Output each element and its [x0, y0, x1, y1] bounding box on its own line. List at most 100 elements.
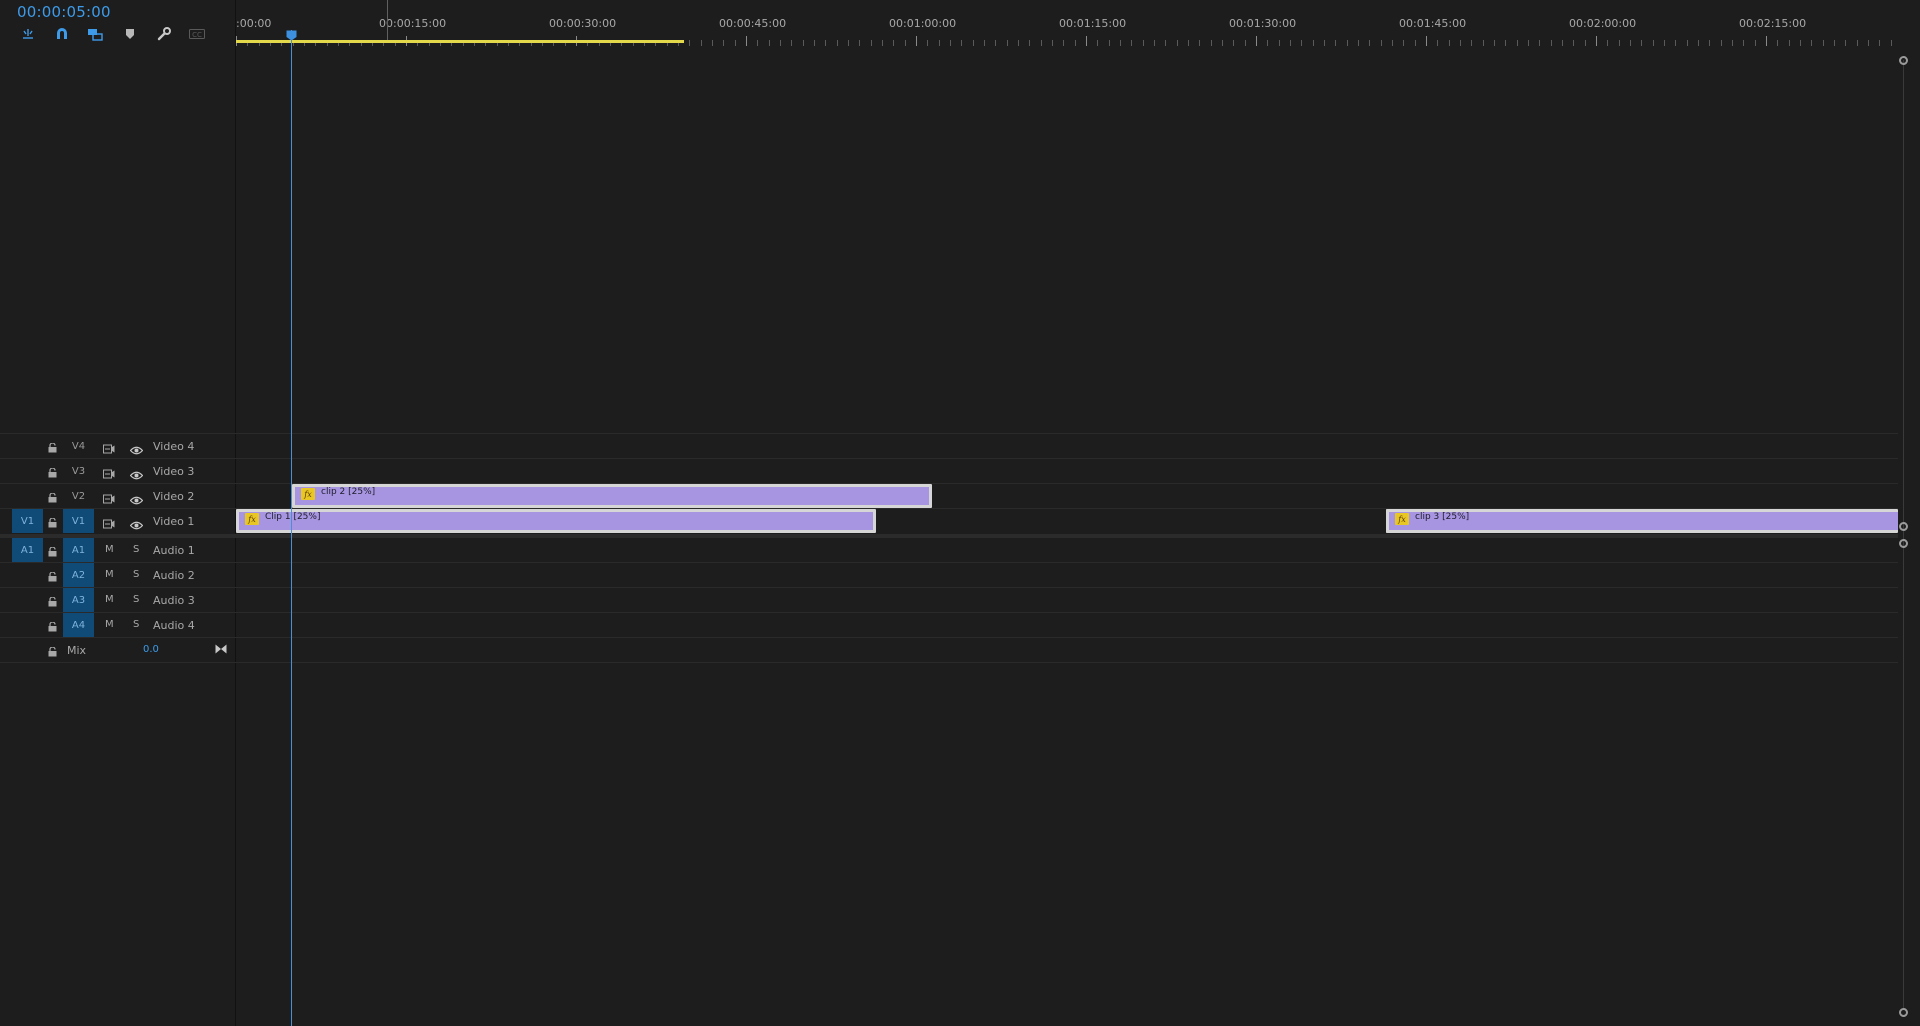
- eye-visibility-icon[interactable]: [129, 442, 144, 460]
- ruler-label: 00:02:00:00: [1569, 17, 1637, 30]
- ruler-label: 00:02:15:00: [1739, 17, 1807, 30]
- track-target-toggle[interactable]: A3: [63, 588, 94, 612]
- ruler-label: :00:00: [236, 17, 272, 30]
- playhead-line[interactable]: [291, 30, 292, 1026]
- linked-selection-icon[interactable]: [86, 26, 104, 42]
- track-header-v4[interactable]: V4 Video 4: [0, 434, 235, 459]
- track-header-mix[interactable]: Mix 0.0: [0, 638, 235, 663]
- fx-badge-icon[interactable]: fx: [1395, 513, 1409, 525]
- sync-lock-icon[interactable]: [103, 466, 115, 484]
- lock-icon[interactable]: [48, 594, 57, 612]
- video-audio-divider[interactable]: [0, 534, 1898, 538]
- lock-icon[interactable]: [48, 644, 57, 662]
- ruler-label: 00:01:00:00: [889, 17, 957, 30]
- time-ruler[interactable]: :00:00 00:00:15:00 00:00:30:00 00:00:45:…: [236, 0, 1900, 46]
- sync-lock-icon[interactable]: [103, 491, 115, 509]
- clip-item[interactable]: fx Clip 1 [25%]: [236, 509, 876, 533]
- scroll-handle-video-bottom[interactable]: [1899, 522, 1908, 531]
- track-header-a1[interactable]: A1 A1 M S Audio 1: [0, 538, 235, 563]
- ruler-label: 00:01:45:00: [1399, 17, 1467, 30]
- ruler-marker-line: [387, 0, 388, 40]
- clip-label: clip 3 [25%]: [1415, 512, 1470, 522]
- eye-visibility-icon[interactable]: [129, 517, 144, 535]
- playhead-timecode[interactable]: 00:00:05:00: [17, 3, 111, 21]
- clip-body: [295, 487, 929, 505]
- solo-button[interactable]: S: [133, 544, 139, 555]
- track-name[interactable]: Video 2: [153, 490, 194, 503]
- track-header-a4[interactable]: A4 M S Audio 4: [0, 613, 235, 638]
- track-target-toggle[interactable]: A2: [63, 563, 94, 587]
- fx-badge-icon[interactable]: fx: [301, 488, 315, 500]
- lock-icon[interactable]: [48, 569, 57, 587]
- track-header-v2[interactable]: V2 Video 2: [0, 484, 235, 509]
- mix-volume-value[interactable]: 0.0: [143, 644, 159, 655]
- add-marker-icon[interactable]: [121, 26, 139, 42]
- clip-body: [239, 512, 873, 530]
- lock-icon[interactable]: [48, 490, 57, 508]
- track-target-toggle[interactable]: A1: [63, 538, 94, 562]
- track-name[interactable]: Audio 2: [153, 569, 195, 582]
- scroll-handle-audio-top[interactable]: [1899, 539, 1908, 548]
- ruler-label: 00:01:15:00: [1059, 17, 1127, 30]
- track-name[interactable]: Audio 4: [153, 619, 195, 632]
- track-separator: [0, 612, 1898, 613]
- track-separator: [0, 458, 1898, 459]
- clip-item[interactable]: fx clip 3 [25%]: [1386, 509, 1898, 533]
- mute-button[interactable]: M: [105, 594, 114, 605]
- track-separator: [0, 662, 1898, 663]
- fx-badge-icon[interactable]: fx: [245, 513, 259, 525]
- sync-lock-icon[interactable]: [103, 516, 115, 534]
- mix-label: Mix: [67, 644, 87, 657]
- solo-button[interactable]: S: [133, 594, 139, 605]
- playhead-handle-icon[interactable]: [286, 30, 297, 41]
- track-header-v1[interactable]: V1 V1 Video 1: [0, 509, 235, 534]
- eye-visibility-icon[interactable]: [129, 492, 144, 510]
- sync-lock-icon[interactable]: [103, 441, 115, 459]
- clip-label: clip 2 [25%]: [321, 487, 376, 497]
- eye-visibility-icon[interactable]: [129, 467, 144, 485]
- wrench-settings-icon[interactable]: [155, 26, 173, 42]
- go-to-in-out-icon[interactable]: [215, 641, 227, 659]
- track-name[interactable]: Video 3: [153, 465, 194, 478]
- mute-button[interactable]: M: [105, 619, 114, 630]
- track-header-v3[interactable]: V3 Video 3: [0, 459, 235, 484]
- track-target-toggle[interactable]: V4: [63, 434, 94, 458]
- track-header-a2[interactable]: A2 M S Audio 2: [0, 563, 235, 588]
- ruler-label: 00:01:30:00: [1229, 17, 1297, 30]
- scroll-handle-top[interactable]: [1899, 56, 1908, 65]
- lock-icon[interactable]: [48, 619, 57, 637]
- ruler-label: 00:00:15:00: [379, 17, 447, 30]
- track-target-toggle[interactable]: A4: [63, 613, 94, 637]
- ruler-label: 00:00:30:00: [549, 17, 617, 30]
- track-separator: [0, 562, 1898, 563]
- svg-text:CC: CC: [192, 31, 202, 39]
- captions-icon[interactable]: CC: [188, 26, 206, 42]
- track-name[interactable]: Video 1: [153, 515, 194, 528]
- solo-button[interactable]: S: [133, 619, 139, 630]
- mute-button[interactable]: M: [105, 569, 114, 580]
- lock-icon[interactable]: [48, 544, 57, 562]
- track-target-toggle[interactable]: V1: [63, 509, 94, 533]
- lock-icon[interactable]: [48, 440, 57, 458]
- mute-button[interactable]: M: [105, 544, 114, 555]
- track-separator: [0, 637, 1898, 638]
- vertical-zoom-track: [1903, 60, 1904, 1010]
- snap-nested-icon[interactable]: [19, 26, 37, 42]
- magnet-snap-icon[interactable]: [53, 26, 71, 42]
- track-target-toggle[interactable]: V2: [63, 484, 94, 508]
- track-separator: [0, 587, 1898, 588]
- track-name[interactable]: Video 4: [153, 440, 194, 453]
- lock-icon[interactable]: [48, 465, 57, 483]
- track-header-a3[interactable]: A3 M S Audio 3: [0, 588, 235, 613]
- work-area-bar[interactable]: [236, 40, 684, 43]
- track-name[interactable]: Audio 3: [153, 594, 195, 607]
- lock-icon[interactable]: [48, 515, 57, 533]
- solo-button[interactable]: S: [133, 569, 139, 580]
- ruler-label: 00:00:45:00: [719, 17, 787, 30]
- scroll-handle-bottom[interactable]: [1899, 1008, 1908, 1017]
- source-patch-v1[interactable]: V1: [12, 509, 43, 533]
- source-patch-a1[interactable]: A1: [12, 538, 43, 562]
- clip-item[interactable]: fx clip 2 [25%]: [292, 484, 932, 508]
- track-target-toggle[interactable]: V3: [63, 459, 94, 483]
- track-name[interactable]: Audio 1: [153, 544, 195, 557]
